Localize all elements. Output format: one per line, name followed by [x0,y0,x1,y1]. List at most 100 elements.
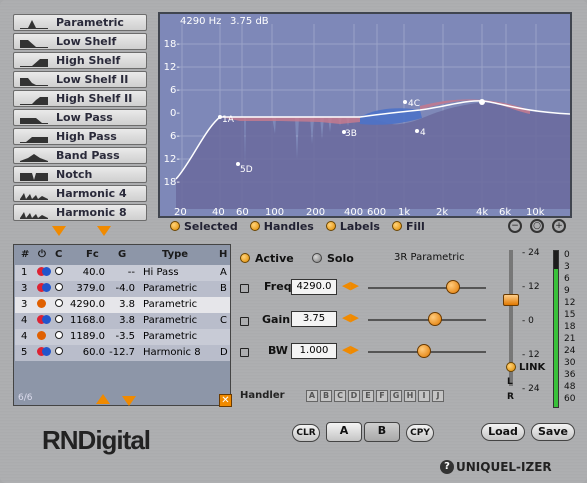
gain-slider-knob[interactable] [428,312,442,326]
filter-type-harmonic-4-button[interactable]: Harmonic 4 [13,185,147,202]
handler-slot-i[interactable]: I [418,390,430,402]
filter-type-low-shelf-ii-button[interactable]: Low Shelf II [13,71,147,88]
handler-slot-b[interactable]: B [320,390,332,402]
preset-a-button[interactable]: A [326,422,362,442]
gain-stepper-icon[interactable]: ◀▶ [342,311,359,324]
toggle-fill-label: Fill [405,219,425,233]
active-dot-icon[interactable] [240,253,250,263]
freq-slider-knob[interactable] [446,280,460,294]
power-toggle-icon-secondary[interactable] [42,315,51,324]
copy-button[interactable]: CPY [406,424,434,442]
gain-slider-track[interactable] [368,319,486,321]
color-indicator-icon[interactable] [55,299,63,307]
zoom-in-icon[interactable]: + [552,219,566,233]
toggle-handles[interactable]: Handles [249,219,314,233]
filter-type-down-arrow-icon-2[interactable] [97,226,111,236]
freq-lock-icon[interactable] [240,284,249,293]
x-tick-label: 1k [398,207,411,218]
power-toggle-icon[interactable] [37,299,46,308]
meter-scale-label: 18 [564,322,576,332]
filter-type-low-shelf-button[interactable]: Low Shelf [13,33,147,50]
high-shelf-icon [18,55,50,67]
filter-type-down-arrow-icon[interactable] [52,226,66,236]
link-dot-icon[interactable] [506,362,516,372]
row-type: Parametric [143,315,198,326]
color-indicator-icon[interactable] [55,267,63,275]
row-type: Parametric [143,299,198,310]
bw-field[interactable]: 1.000 [291,343,337,359]
zoom-out-icon[interactable]: − [508,219,522,233]
low-pass-icon [18,112,50,124]
bw-stepper-icon[interactable]: ◀▶ [342,343,359,356]
row-number: 3 [21,299,28,310]
filter-type-notch-button[interactable]: Notch [13,166,147,183]
table-down-arrow-icon[interactable] [122,396,136,406]
color-indicator-icon[interactable] [55,347,63,355]
handler-slot-c[interactable]: C [334,390,346,402]
handler-slot-e[interactable]: E [362,390,374,402]
y-tick-label: 18- [163,177,180,188]
table-row[interactable]: 4 1168.0 3.8 Parametric C [15,313,230,329]
toggle-selected[interactable]: Selected [170,219,238,233]
handle-label-3b: 3B [345,129,357,139]
gain-field[interactable]: 3.75 [291,311,337,327]
load-button[interactable]: Load [481,423,525,441]
filter-type-low-pass-button[interactable]: Low Pass [13,109,147,126]
bw-lock-icon[interactable] [240,348,249,357]
bw-slider-knob[interactable] [417,344,431,358]
color-indicator-icon[interactable] [55,315,63,323]
meter-scale-label: 3 [564,262,570,272]
solo-dot-icon[interactable] [312,253,322,263]
preset-b-button[interactable]: B [364,422,400,442]
table-row[interactable]: 3 379.0 -4.0 Parametric B [15,281,230,297]
handler-slot-j[interactable]: J [432,390,444,402]
power-toggle-icon-secondary[interactable] [42,347,51,356]
table-row[interactable]: 3 4290.0 3.8 Parametric [15,297,230,313]
fader-scale-label: - 24 [522,248,540,258]
power-toggle-icon-secondary[interactable] [42,267,51,276]
band-pass-icon [18,150,50,162]
harmonic-icon [18,207,50,219]
handler-slot-a[interactable]: A [306,390,318,402]
delete-filter-button[interactable]: ✕ [219,394,232,407]
filter-type-high-shelf-ii-button[interactable]: High Shelf II [13,90,147,107]
toggle-fill[interactable]: Fill [391,219,425,233]
freq-slider-track[interactable] [368,287,486,289]
freq-field[interactable]: 4290.0 [291,279,337,295]
handler-slot-d[interactable]: D [348,390,360,402]
row-number: 4 [21,315,28,326]
table-up-arrow-icon[interactable] [96,394,110,404]
filter-type-label: Notch [56,168,93,181]
table-row[interactable]: 1 40.0 -- Hi Pass A [15,265,230,281]
handler-slot-h[interactable]: H [404,390,416,402]
col-header-fc: Fc [86,249,99,260]
save-button[interactable]: Save [531,423,575,441]
toggle-labels[interactable]: Labels [325,219,380,233]
filter-type-parametric-button[interactable]: Parametric [13,14,147,31]
filter-type-band-pass-button[interactable]: Band Pass [13,147,147,164]
table-row[interactable]: 4 1189.0 -3.5 Parametric [15,329,230,345]
zoom-fit-icon[interactable]: ○ [530,219,544,233]
x-tick-label: 60 [236,207,249,218]
eq-graph[interactable]: 1A 5D 3B 4C 4 4290 Hz 3.75 dB 18- 12- 6- 0-… [158,12,572,218]
table-row[interactable]: 5 60.0 -12.7 Harmonic 8 D [15,345,230,361]
filter-type-harmonic-8-button[interactable]: Harmonic 8 [13,204,147,221]
clear-button[interactable]: CLR [292,424,320,442]
power-toggle-icon[interactable] [37,331,46,340]
y-tick-label: 12- [163,154,180,165]
filter-type-label: Parametric [56,16,124,29]
power-toggle-icon-secondary[interactable] [42,283,51,292]
color-indicator-icon[interactable] [55,283,63,291]
help-icon[interactable]: ? [440,460,454,474]
y-tick-label: 18- [163,39,180,50]
filter-type-high-pass-button[interactable]: High Pass [13,128,147,145]
handler-slot-g[interactable]: G [390,390,402,402]
row-type: Parametric [143,283,198,294]
handler-slot-f[interactable]: F [376,390,388,402]
freq-stepper-icon[interactable]: ◀▶ [342,279,359,292]
filter-type-high-shelf-button[interactable]: High Shelf [13,52,147,69]
low-shelf-icon [18,36,50,48]
gain-lock-icon[interactable] [240,317,249,326]
meter-fader-knob[interactable] [503,294,519,306]
color-indicator-icon[interactable] [55,331,63,339]
